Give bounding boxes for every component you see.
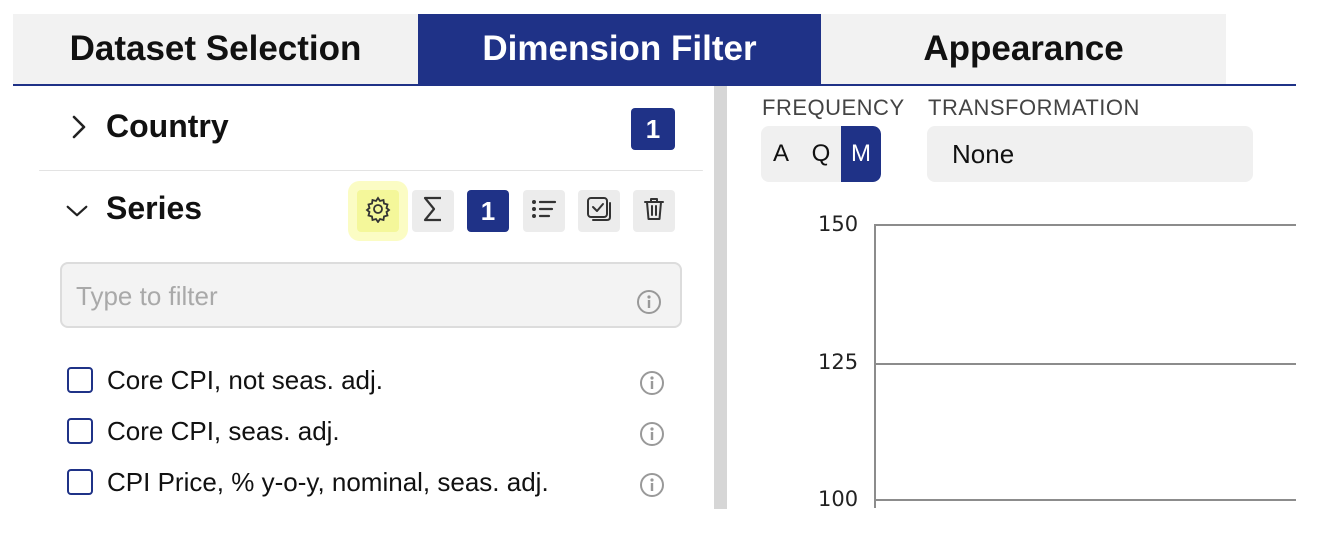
info-icon[interactable] [639, 472, 665, 498]
tab-bar: Dataset Selection Dimension Filter Appea… [13, 14, 1296, 86]
list-icon [530, 197, 558, 226]
gridline [874, 224, 1296, 226]
select-all-icon [585, 195, 613, 228]
sigma-icon [421, 195, 445, 228]
frequency-selector: A Q M [761, 126, 881, 182]
y-axis [874, 224, 876, 508]
chevron-right-icon[interactable] [68, 115, 90, 139]
frequency-option-quarterly[interactable]: Q [801, 126, 841, 182]
series-filter-input[interactable] [74, 272, 618, 320]
info-icon[interactable] [639, 370, 665, 396]
dimension-panel: Country 1 Series 1 Type to filter Core C… [13, 86, 713, 538]
transformation-value: None [952, 138, 1015, 169]
gridline [874, 499, 1296, 501]
frequency-label: FREQUENCY [762, 95, 905, 120]
section-divider [39, 170, 703, 171]
y-tick-label: 125 [818, 350, 859, 374]
frequency-option-monthly[interactable]: M [841, 126, 881, 182]
list-item[interactable]: Core CPI, not seas. adj. [67, 363, 383, 397]
gear-button[interactable] [357, 190, 399, 232]
frequency-option-annual[interactable]: A [761, 126, 801, 182]
select-all-button[interactable] [578, 190, 620, 232]
list-item[interactable]: CPI Price, % y-o-y, nominal, seas. adj. [67, 465, 549, 499]
transformation-label: TRANSFORMATION [928, 95, 1140, 120]
list-item[interactable]: Core CPI, seas. adj. [67, 414, 340, 448]
trash-icon [642, 195, 666, 228]
country-title: Country [106, 108, 229, 144]
series-checkbox[interactable] [67, 469, 93, 495]
series-item-label: Core CPI, not seas. adj. [107, 364, 384, 395]
gridline [874, 363, 1296, 365]
info-icon[interactable] [636, 289, 662, 315]
series-checkbox[interactable] [67, 367, 93, 393]
info-icon[interactable] [639, 421, 665, 447]
series-item-label: CPI Price, % y-o-y, nominal, seas. adj. [107, 466, 549, 497]
series-title: Series [106, 190, 203, 226]
y-tick-label: 100 [818, 487, 859, 511]
transformation-select[interactable]: None [927, 126, 1253, 182]
list-button[interactable] [523, 190, 565, 232]
y-tick-label: 150 [818, 212, 859, 236]
delete-button[interactable] [633, 190, 675, 232]
gear-icon [364, 195, 392, 228]
chevron-down-icon[interactable] [66, 200, 88, 222]
tab-appearance[interactable]: Appearance [821, 14, 1226, 84]
chart-area: 150 125 100 [800, 200, 1328, 538]
series-item-label: Core CPI, seas. adj. [107, 415, 340, 446]
tab-dimension-filter[interactable]: Dimension Filter [418, 14, 821, 84]
series-checkbox[interactable] [67, 418, 93, 444]
tab-dataset-selection[interactable]: Dataset Selection [13, 14, 418, 84]
series-count-badge: 1 [467, 190, 509, 232]
panel-resize-handle[interactable] [714, 86, 727, 509]
aggregate-button[interactable] [412, 190, 454, 232]
country-count-badge: 1 [631, 108, 675, 150]
series-filter-field [60, 262, 682, 328]
